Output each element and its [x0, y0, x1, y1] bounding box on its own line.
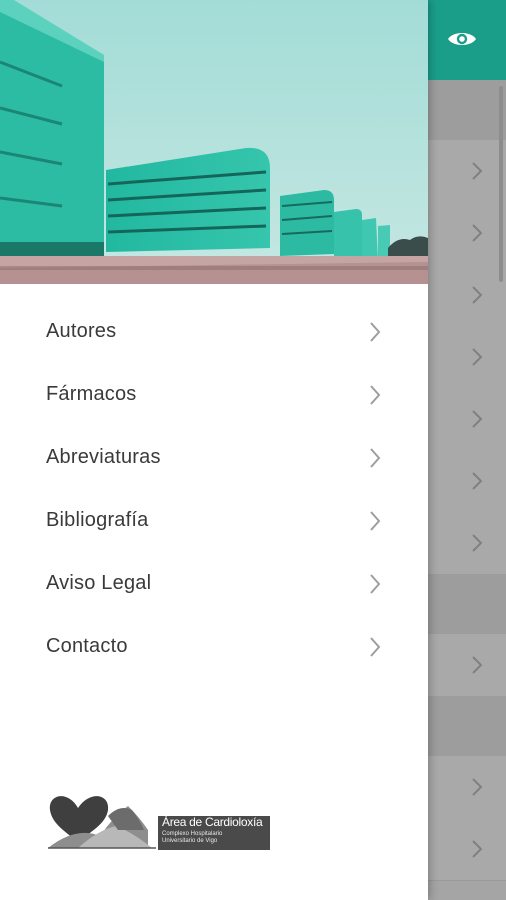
- chevron-right-icon: [472, 162, 483, 180]
- background-list-row: [428, 450, 506, 513]
- drawer-header-image: [0, 0, 428, 284]
- chevron-right-icon: [370, 384, 381, 405]
- menu-item-label: Abreviaturas: [46, 446, 161, 468]
- background-list-row: [428, 512, 506, 575]
- logo-title: Área de Cardioloxía: [162, 815, 263, 829]
- logo-subtitle: Complexo Hospitalario: [162, 831, 223, 837]
- chevron-right-icon: [370, 321, 381, 342]
- chevron-right-icon: [472, 656, 483, 674]
- chevron-right-icon: [472, 286, 483, 304]
- chevron-right-icon: [370, 510, 381, 531]
- menu-item-aviso-legal[interactable]: Aviso Legal: [0, 552, 428, 615]
- background-list-row: [428, 202, 506, 265]
- chevron-right-icon: [370, 636, 381, 657]
- background-list-row: [428, 818, 506, 881]
- menu-item-label: Aviso Legal: [46, 572, 152, 594]
- chevron-right-icon: [472, 472, 483, 490]
- navigation-drawer: Autores Fármacos Abreviaturas Bibliograf…: [0, 0, 428, 900]
- menu-item-farmacos[interactable]: Fármacos: [0, 363, 428, 426]
- background-list-row: [428, 326, 506, 389]
- chevron-right-icon: [472, 534, 483, 552]
- chevron-right-icon: [472, 410, 483, 428]
- background-section-header: [428, 574, 506, 635]
- menu-item-label: Bibliografía: [46, 509, 149, 531]
- chevron-right-icon: [472, 778, 483, 796]
- background-list-row: [428, 264, 506, 327]
- menu-item-bibliografia[interactable]: Bibliografía: [0, 489, 428, 552]
- menu-item-autores[interactable]: Autores: [0, 300, 428, 363]
- background-list-row: [428, 634, 506, 697]
- chevron-right-icon: [472, 840, 483, 858]
- menu-item-label: Contacto: [46, 635, 128, 657]
- background-list-row: [428, 388, 506, 451]
- background-section-header: [428, 696, 506, 757]
- cardiology-area-logo: Área de Cardioloxía Complexo Hospitalari…: [48, 786, 272, 850]
- chevron-right-icon: [472, 348, 483, 366]
- chevron-right-icon: [370, 573, 381, 594]
- menu-item-contacto[interactable]: Contacto: [0, 615, 428, 678]
- scrollbar[interactable]: [499, 86, 503, 282]
- drawer-menu: Autores Fármacos Abreviaturas Bibliograf…: [0, 300, 428, 678]
- background-section-header: [428, 80, 506, 141]
- chevron-right-icon: [472, 224, 483, 242]
- menu-item-label: Autores: [46, 320, 117, 342]
- background-list-row: [428, 756, 506, 819]
- menu-item-label: Fármacos: [46, 383, 137, 405]
- menu-item-abreviaturas[interactable]: Abreviaturas: [0, 426, 428, 489]
- chevron-right-icon: [370, 447, 381, 468]
- background-list-row: [428, 140, 506, 203]
- logo-subtitle: Universitario de Vigo: [162, 838, 218, 844]
- eye-icon[interactable]: [444, 24, 480, 54]
